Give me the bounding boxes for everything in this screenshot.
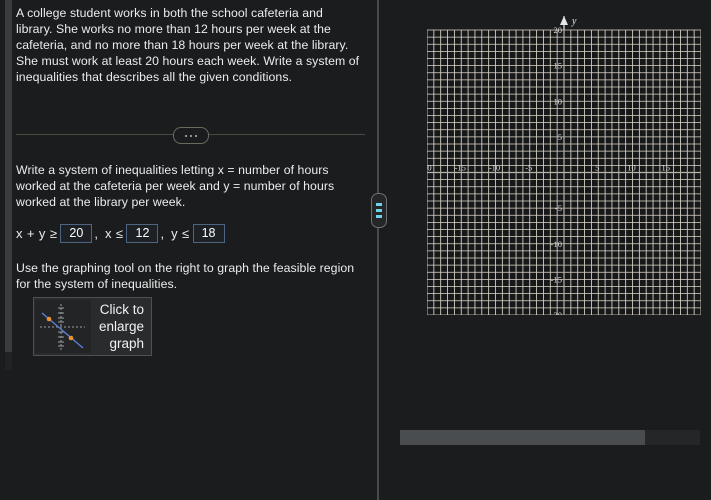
y-tick-label: -15 <box>551 274 562 284</box>
answer-input-2[interactable]: 12 <box>126 224 159 243</box>
x-tick-label: -10 <box>489 163 500 173</box>
y-tick-label: -10 <box>551 239 562 249</box>
dot <box>184 134 187 137</box>
x-tick-label: -5 <box>525 163 532 173</box>
x-tick-label: 15 <box>662 163 671 173</box>
inequality-answer-row: x + y ≥ 20 , x ≤ 12 , y ≤ 18 <box>16 224 226 243</box>
grip-bar <box>376 209 382 212</box>
instruction-define-variables: Write a system of inequalities letting x… <box>16 163 335 209</box>
y-tick-label: 10 <box>554 96 563 106</box>
y-tick-label: 20 <box>554 25 563 35</box>
inequality-3-expression: y ≤ <box>171 226 190 241</box>
graph-horizontal-scrollbar-thumb[interactable] <box>400 430 645 445</box>
x-tick-label: 5 <box>595 163 599 173</box>
y-tick-label: -20 <box>551 310 562 315</box>
answer-separator-1: , <box>94 226 98 241</box>
y-axis-label: y <box>571 16 577 27</box>
answer-separator-2: , <box>160 226 165 241</box>
dot <box>194 134 197 137</box>
inequality-2-expression: x ≤ <box>105 226 124 241</box>
grip-bar <box>376 203 382 206</box>
left-panel-scrollbar[interactable] <box>5 0 12 370</box>
answer-input-1[interactable]: 20 <box>60 224 93 243</box>
coordinate-plane[interactable]: y -20 -15 -10 -5 5 10 15 20 15 10 5 -5 -10 -15 -20 <box>427 12 701 315</box>
graph-thumbnail-icon <box>35 300 91 353</box>
grip-bar <box>376 215 382 218</box>
graph-horizontal-scrollbar[interactable] <box>400 430 700 445</box>
section-divider <box>16 127 365 144</box>
enlarge-graph-button[interactable]: Click to enlarge graph <box>33 297 152 356</box>
instruction-graph-feasible-region: Use the graphing tool on the right to gr… <box>16 261 355 291</box>
x-tick-label: 10 <box>627 163 636 173</box>
left-panel-scrollbar-thumb[interactable] <box>5 0 12 352</box>
graphing-tool-panel: y -20 -15 -10 -5 5 10 15 20 15 10 5 -5 -10 -15 -20 <box>385 0 711 500</box>
y-tick-label: -5 <box>555 203 562 213</box>
collapse-dots-icon[interactable] <box>172 127 209 144</box>
x-tick-label: -20 <box>427 163 432 173</box>
enlarge-graph-label: Click to enlarge graph <box>98 302 144 351</box>
dot <box>189 134 192 137</box>
answer-input-3[interactable]: 18 <box>192 224 225 243</box>
graph-canvas[interactable]: y -20 -15 -10 -5 5 10 15 20 15 10 5 -5 -10 -15 -20 <box>427 12 701 315</box>
inequality-1-expression: x + y ≥ <box>16 226 58 241</box>
problem-statement: A college student works in both the scho… <box>16 6 360 84</box>
y-tick-label: 5 <box>558 132 562 142</box>
panel-splitter[interactable] <box>377 0 379 500</box>
y-tick-label: 15 <box>554 61 563 71</box>
question-panel: A college student works in both the scho… <box>13 0 368 500</box>
x-tick-label: -15 <box>455 163 466 173</box>
